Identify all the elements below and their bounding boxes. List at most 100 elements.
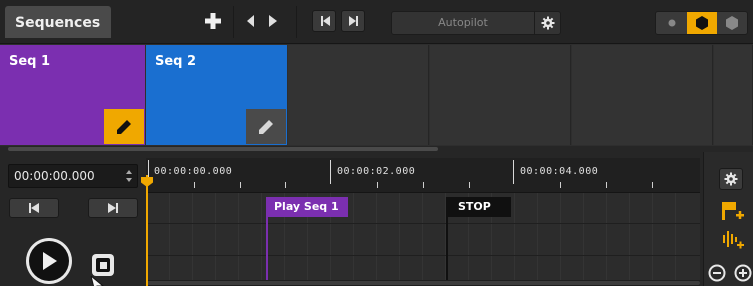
stop-button[interactable] (92, 254, 114, 276)
empty-sequence-slot[interactable] (714, 45, 753, 145)
mode-hexagon-filled-button[interactable] (687, 12, 717, 34)
scrollbar-thumb[interactable] (146, 281, 700, 285)
hexagon-outline-icon (726, 16, 738, 30)
tab-sequences-label: Sequences (15, 15, 101, 31)
ruler-minor-tick (285, 182, 287, 188)
sequence-tile-seq-2[interactable]: Seq 2 (146, 45, 287, 145)
prev-icon (247, 15, 254, 27)
timeline-ruler[interactable]: 00:00:00.000 00:00:02.000 00:00:04.000 (146, 158, 700, 193)
add-flag-button[interactable] (718, 198, 748, 224)
zoom-out-icon (708, 264, 726, 282)
timeline-skip-forward-button[interactable] (88, 198, 138, 218)
add-audio-icon (723, 231, 744, 249)
empty-sequence-slot[interactable] (288, 45, 429, 145)
skip-forward-icon (108, 203, 118, 213)
skip-back-icon (321, 16, 330, 26)
mode-hexagon-outline-button[interactable] (717, 12, 747, 34)
track-divider (146, 255, 700, 256)
skip-back-button[interactable] (312, 10, 336, 32)
scrollbar-thumb[interactable] (8, 147, 438, 151)
ruler-major-tick (513, 160, 514, 184)
ruler-minor-tick (422, 182, 424, 188)
gear-icon (541, 16, 554, 30)
track-grid-line (353, 193, 354, 286)
mode-dot-button[interactable] (657, 12, 687, 34)
mouse-cursor-icon (90, 276, 104, 286)
dot-icon (668, 19, 676, 27)
track-grid-line (606, 193, 607, 286)
empty-sequence-slot[interactable] (572, 45, 713, 145)
skip-back-icon (29, 203, 39, 213)
clip-marker-line (266, 217, 268, 286)
track-grid-line (675, 193, 676, 286)
pencil-icon (259, 119, 273, 134)
ruler-major-tick (330, 160, 331, 184)
autopilot-settings-button[interactable] (534, 12, 560, 34)
track-grid-line (514, 193, 515, 286)
sequence-tile-seq-1[interactable]: Seq 1 (0, 45, 145, 145)
ruler-minor-tick (651, 182, 653, 188)
zoom-in-icon (734, 264, 752, 282)
add-icon (205, 13, 221, 29)
toolbar-divider (296, 6, 297, 38)
add-flag-icon (722, 202, 744, 220)
track-grid-line (583, 193, 584, 286)
zoom-out-button[interactable] (706, 262, 728, 284)
ruler-minor-tick (560, 182, 562, 188)
clip-stop[interactable]: STOP (446, 197, 511, 217)
ruler-minor-tick (239, 182, 241, 188)
next-button[interactable] (264, 10, 282, 32)
zoom-in-button[interactable] (732, 262, 753, 284)
time-value: 00:00:00.000 (14, 169, 95, 183)
track-grid-line (629, 193, 630, 286)
track-grid-line (192, 193, 193, 286)
ruler-minor-tick (377, 182, 378, 188)
edit-sequence-button[interactable] (246, 109, 286, 144)
timeline-scrollbar[interactable] (146, 280, 700, 286)
playhead[interactable] (146, 175, 148, 286)
next-icon (269, 15, 277, 27)
autopilot-control[interactable]: Autopilot (391, 11, 561, 35)
timeline-tools (703, 152, 753, 286)
skip-forward-button[interactable] (341, 10, 365, 32)
tab-sequences[interactable]: Sequences (5, 6, 111, 38)
clip-marker-line (446, 217, 448, 286)
track-grid-line (422, 193, 423, 286)
empty-sequence-slot[interactable] (430, 45, 571, 145)
track-grid-line (560, 193, 561, 286)
timeline-skip-back-button[interactable] (9, 198, 59, 218)
track-grid-line (537, 193, 538, 286)
ruler-minor-tick (468, 182, 470, 188)
stop-icon (96, 258, 110, 272)
track-grid-line (215, 193, 216, 286)
ruler-minor-tick (193, 182, 195, 188)
track-grid-line (399, 193, 400, 286)
gear-icon (724, 172, 738, 186)
hexagon-filled-icon (696, 16, 708, 30)
timeline-settings-button[interactable] (719, 168, 743, 190)
track-grid-line (261, 193, 262, 286)
track-grid-line (652, 193, 653, 286)
edit-sequence-button[interactable] (104, 109, 144, 144)
prev-button[interactable] (242, 10, 260, 32)
track-grid-line (376, 193, 377, 286)
sequence-name: Seq 2 (155, 54, 197, 69)
track-grid-line (238, 193, 239, 286)
spinner-icon[interactable] (125, 169, 133, 183)
skip-forward-icon (349, 16, 358, 26)
ruler-label: 00:00:04.000 (520, 166, 599, 177)
toolbar: Sequences Autopilot (0, 0, 753, 44)
pencil-icon (117, 119, 131, 134)
mode-selector (655, 11, 748, 35)
add-button[interactable] (200, 10, 226, 32)
play-button[interactable] (26, 238, 72, 284)
sequence-grid: Seq 1 Seq 2 (0, 44, 753, 152)
sequence-name: Seq 1 (9, 54, 51, 69)
autopilot-label: Autopilot (438, 16, 488, 29)
timeline-tracks[interactable]: Play Seq 1 STOP (146, 193, 700, 286)
clip-play-seq-1[interactable]: Play Seq 1 (266, 197, 348, 217)
toolbar-divider (233, 6, 234, 38)
track-divider (146, 223, 700, 224)
add-audio-button[interactable] (718, 228, 748, 252)
time-input[interactable]: 00:00:00.000 (8, 164, 138, 188)
